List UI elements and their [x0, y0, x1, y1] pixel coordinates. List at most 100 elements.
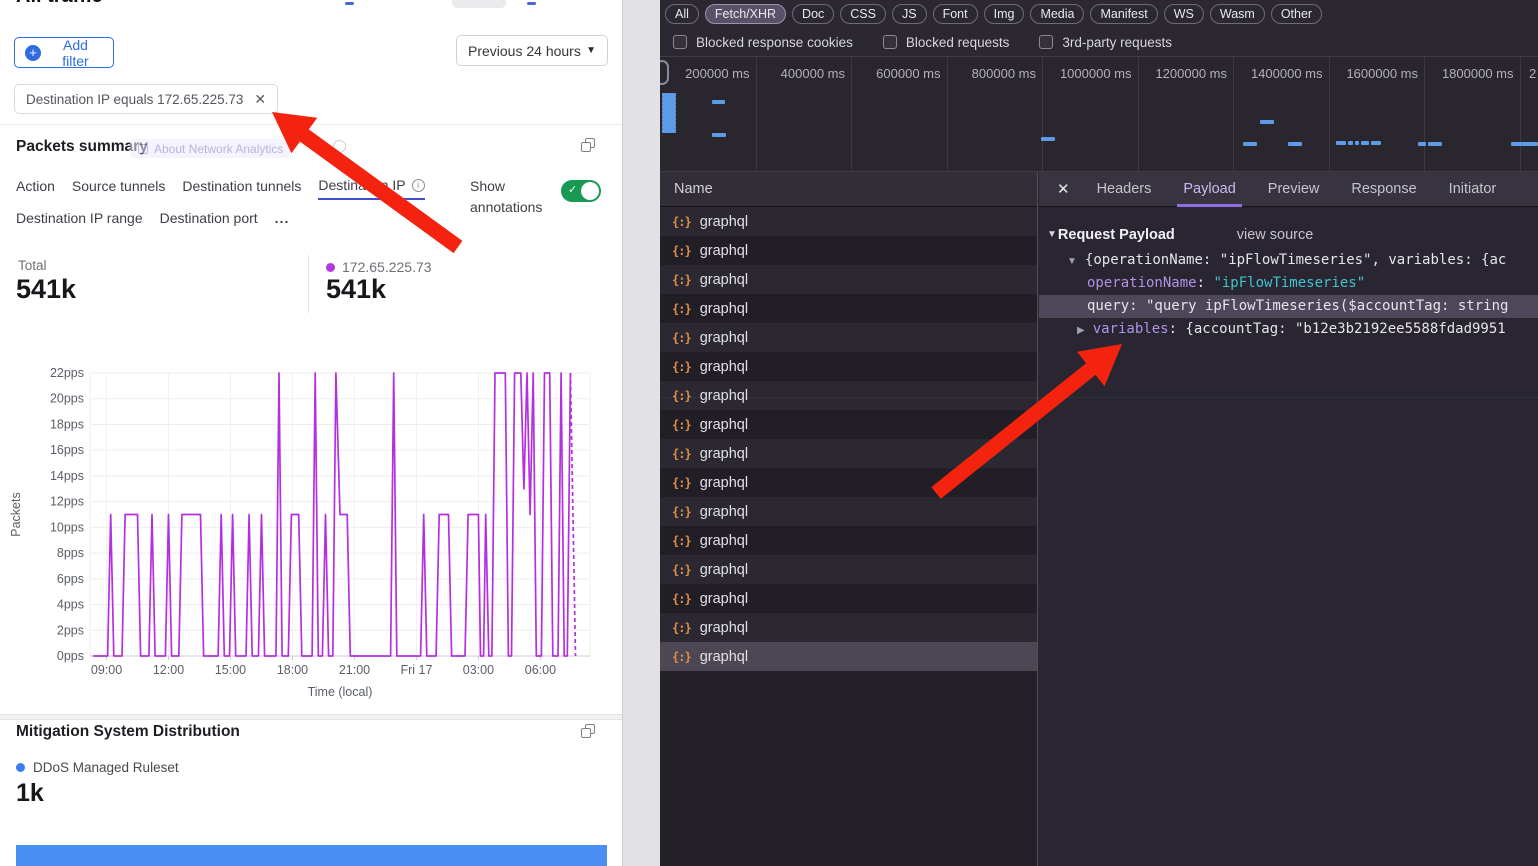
- request-list: {:}graphql{:}graphql{:}graphql{:}graphql…: [660, 207, 1037, 671]
- tab-action[interactable]: Action: [16, 177, 55, 200]
- request-row[interactable]: {:}graphql: [660, 381, 1037, 410]
- request-row[interactable]: {:}graphql: [660, 555, 1037, 584]
- clock-icon: [333, 140, 346, 153]
- filter-pill-ws[interactable]: WS: [1164, 4, 1204, 24]
- y-tick-label: 20pps: [50, 392, 84, 406]
- filter-pill-other[interactable]: Other: [1271, 4, 1322, 24]
- filter-pill-css[interactable]: CSS: [840, 4, 886, 24]
- expander-triangle-icon[interactable]: ▼: [1067, 256, 1077, 267]
- fetch-json-icon: {:}: [672, 621, 691, 635]
- panel-gutter: [622, 0, 660, 866]
- request-row[interactable]: {:}graphql: [660, 323, 1037, 352]
- devtools-panel: All Fetch/XHR Doc CSS JS Font ImgMedia Manifest…: [660, 0, 1538, 866]
- request-row[interactable]: {:}graphql: [660, 584, 1037, 613]
- tab-destination-ip-range[interactable]: Destination IP range: [16, 210, 143, 231]
- request-row[interactable]: {:}graphql: [660, 468, 1037, 497]
- x-tick-label: 03:00: [463, 663, 494, 677]
- request-timing-mark: [1511, 142, 1538, 146]
- filter-pill-fetch-xhr[interactable]: Fetch/XHR: [705, 4, 786, 24]
- close-icon[interactable]: ✕: [1039, 180, 1085, 198]
- timeline-tick-label: 1400000 ms: [1237, 66, 1323, 81]
- request-row[interactable]: {:}graphql: [660, 207, 1037, 236]
- view-source-link[interactable]: view source: [1237, 227, 1314, 243]
- timeline-gridline: [1424, 57, 1425, 172]
- checkbox-box: [883, 35, 897, 49]
- request-name: graphql: [700, 214, 748, 230]
- filter-pill-wasm[interactable]: Wasm: [1210, 4, 1265, 24]
- checkbox-blocked-response-cookies[interactable]: Blocked response cookies: [673, 35, 853, 50]
- tab-destination-ip[interactable]: Destination IPi: [318, 177, 424, 200]
- time-range-dropdown[interactable]: Previous 24 hours ▼: [456, 35, 608, 66]
- y-tick-label: 14pps: [50, 469, 84, 483]
- checkbox-blocked-requests[interactable]: Blocked requests: [883, 35, 1010, 50]
- detail-tab-payload[interactable]: Payload: [1171, 172, 1247, 207]
- remove-filter-icon[interactable]: ✕: [254, 91, 266, 108]
- timeline-tick-label: 400000 ms: [759, 66, 845, 81]
- filter-pill-all[interactable]: All: [665, 4, 699, 24]
- collapse-triangle-icon[interactable]: ▼: [1047, 229, 1057, 240]
- filter-pill-js[interactable]: JS: [892, 4, 927, 24]
- checkbox-label: Blocked requests: [906, 35, 1010, 50]
- tab-source-tunnels[interactable]: Source tunnels: [72, 177, 165, 200]
- filter-pill-media[interactable]: Media: [1030, 4, 1084, 24]
- checkbox-label: Blocked response cookies: [696, 35, 853, 50]
- payload-line[interactable]: operationName: "ipFlowTimeseries": [1039, 272, 1538, 295]
- payload-string-value: "ipFlowTimeseries": [1213, 275, 1365, 291]
- y-tick-label: 10pps: [50, 520, 84, 534]
- tab-destination-port[interactable]: Destination port: [160, 210, 258, 231]
- tab-destination-tunnels[interactable]: Destination tunnels: [182, 177, 301, 200]
- filter-pill-manifest[interactable]: Manifest: [1090, 4, 1157, 24]
- checkbox-3rd-party-requests[interactable]: 3rd-party requests: [1039, 35, 1172, 50]
- request-row[interactable]: {:}graphql: [660, 642, 1037, 671]
- detail-tab-headers[interactable]: Headers: [1085, 172, 1164, 207]
- fetch-json-icon: {:}: [672, 650, 691, 664]
- tab-overflow-menu[interactable]: ...: [275, 210, 290, 231]
- request-row[interactable]: {:}graphql: [660, 526, 1037, 555]
- payload-line[interactable]: ▼ {operationName: "ipFlowTimeseries", var…: [1039, 249, 1538, 272]
- request-row[interactable]: {:}graphql: [660, 265, 1037, 294]
- detail-tab-initiator[interactable]: Initiator: [1437, 172, 1509, 207]
- request-row[interactable]: {:}graphql: [660, 497, 1037, 526]
- request-row[interactable]: {:}graphql: [660, 294, 1037, 323]
- expand-card-icon[interactable]: [581, 138, 597, 154]
- request-name: graphql: [700, 446, 748, 462]
- fetch-json-icon: {:}: [672, 563, 691, 577]
- detail-tab-response[interactable]: Response: [1339, 172, 1428, 207]
- request-row[interactable]: {:}graphql: [660, 236, 1037, 265]
- add-filter-button[interactable]: + Add filter: [14, 37, 114, 68]
- fetch-json-icon: {:}: [672, 360, 691, 374]
- request-row[interactable]: {:}graphql: [660, 439, 1037, 468]
- fetch-json-icon: {:}: [672, 505, 691, 519]
- filter-chip[interactable]: Destination IP equals 172.65.225.73 ✕: [14, 84, 278, 114]
- filter-pill-doc[interactable]: Doc: [792, 4, 834, 24]
- payload-text: {operationName: "ipFlowTimeseries", vari…: [1085, 252, 1506, 268]
- filter-pill-img[interactable]: Img: [984, 4, 1025, 24]
- y-tick-label: 8pps: [57, 546, 84, 560]
- payload-line-selected[interactable]: query: "query ipFlowTimeseries($accountT…: [1039, 295, 1538, 318]
- page-title: All traffic: [16, 0, 103, 8]
- series-legend: 172.65.225.73: [326, 259, 432, 275]
- request-row[interactable]: {:}graphql: [660, 410, 1037, 439]
- request-timing-mark: [1348, 141, 1353, 145]
- x-axis-title: Time (local): [308, 685, 373, 699]
- section-divider: [0, 714, 622, 720]
- x-tick-label: 15:00: [215, 663, 246, 677]
- fetch-json-icon: {:}: [672, 244, 691, 258]
- y-tick-label: 4pps: [57, 598, 84, 612]
- expand-card-icon[interactable]: [581, 724, 597, 740]
- payload-key: operationName: [1087, 275, 1197, 291]
- detail-tab-preview[interactable]: Preview: [1256, 172, 1332, 207]
- divider: [308, 255, 309, 313]
- request-row[interactable]: {:}graphql: [660, 352, 1037, 381]
- y-tick-label: 22pps: [50, 366, 84, 380]
- timeline-gridline: [1520, 57, 1521, 172]
- request-row[interactable]: {:}graphql: [660, 613, 1037, 642]
- show-annotations-toggle[interactable]: ✓: [561, 180, 601, 202]
- fetch-json-icon: {:}: [672, 331, 691, 345]
- filter-pill-font[interactable]: Font: [933, 4, 978, 24]
- payload-line[interactable]: ▶variables: {accountTag: "b12e3b2192ee55…: [1039, 318, 1538, 341]
- network-overview-timeline[interactable]: 200000 ms400000 ms600000 ms800000 ms1000…: [660, 57, 1538, 172]
- name-column-header[interactable]: Name: [660, 172, 1037, 207]
- checkbox-box: [673, 35, 687, 49]
- expander-triangle-icon[interactable]: ▶: [1077, 325, 1085, 336]
